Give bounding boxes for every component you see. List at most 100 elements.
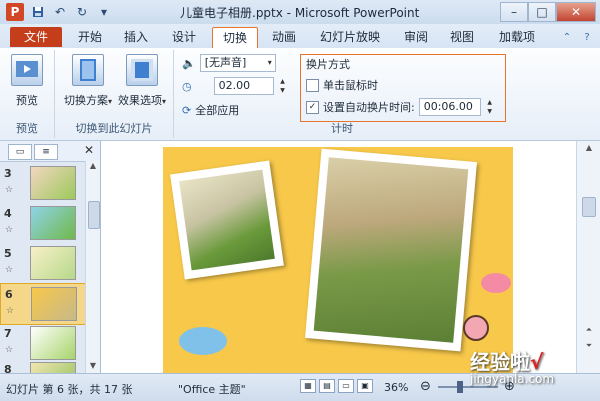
undo-icon[interactable]: ↶ bbox=[52, 4, 68, 20]
auto-advance-checkbox[interactable]: ✓ 设置自动换片时间: 00:06.00 ▲ ▼ bbox=[306, 98, 495, 116]
on-click-label: 单击鼠标时 bbox=[323, 79, 378, 92]
maximize-icon[interactable]: □ bbox=[528, 2, 556, 22]
slides-scrollbar[interactable]: ▲ ▼ bbox=[85, 161, 100, 373]
duration-clock-icon: ◷ bbox=[182, 79, 192, 93]
photo-right-image bbox=[313, 157, 469, 343]
slides-panel: ▭ ≡ ✕ 3 ☆ 4 ☆ 5 ☆ 6 ☆ 7 ☆ 8 ▲ ▼ bbox=[0, 141, 101, 373]
group-timing: 🔈 [无声音] ▾ ◷ 02.00 ▲ ▼ ⟳ 全部应用 换片方式 单击鼠标时 ✓ … bbox=[174, 50, 510, 138]
apply-all-button[interactable]: ⟳ 全部应用 bbox=[182, 102, 239, 118]
current-slide[interactable] bbox=[163, 147, 513, 373]
effect-options-button[interactable]: 效果选项▾ bbox=[115, 54, 169, 108]
slideshow-view-icon[interactable]: ▣ bbox=[357, 379, 373, 393]
sound-icon: 🔈 bbox=[182, 56, 196, 70]
photo-right[interactable] bbox=[305, 148, 477, 352]
slide-editor bbox=[101, 141, 576, 373]
zoom-slider[interactable] bbox=[438, 386, 498, 388]
tab-design[interactable]: 设计 bbox=[164, 27, 204, 47]
redo-icon[interactable]: ↻ bbox=[74, 4, 90, 20]
slide-thumbnail[interactable]: 4 ☆ bbox=[0, 203, 84, 243]
sound-select[interactable]: [无声音] ▾ bbox=[199, 54, 276, 72]
help-icon[interactable]: ? bbox=[580, 30, 594, 44]
close-icon[interactable]: ✕ bbox=[556, 2, 596, 22]
slide-sorter-icon[interactable]: ▤ bbox=[319, 379, 335, 393]
speech-bubble-shape bbox=[481, 273, 511, 293]
panel-tabs: ▭ ≡ ✕ bbox=[0, 141, 100, 162]
transition-star-icon: ☆ bbox=[5, 225, 14, 235]
editor-scrollbar[interactable]: ▲ ⏶ ⏷ bbox=[576, 141, 600, 373]
tab-insert[interactable]: 插入 bbox=[116, 27, 156, 47]
scroll-up-icon[interactable]: ▲ bbox=[582, 143, 596, 155]
duration-spinner[interactable]: ▲ ▼ bbox=[278, 77, 288, 95]
slide-number: 5 bbox=[4, 247, 12, 260]
on-mouse-click-checkbox[interactable]: 单击鼠标时 bbox=[306, 77, 378, 93]
cartoon-pig-icon bbox=[463, 315, 489, 341]
slide-count-text: 幻灯片 第 6 张，共 17 张 bbox=[6, 383, 133, 396]
close-panel-icon[interactable]: ✕ bbox=[84, 143, 94, 157]
tab-slideshow[interactable]: 幻灯片放映 bbox=[310, 27, 390, 47]
slide-thumbnail[interactable]: 7 ☆ bbox=[0, 323, 84, 363]
auto-advance-time-input[interactable]: 00:06.00 bbox=[418, 98, 481, 116]
scroll-thumb[interactable] bbox=[88, 201, 100, 229]
minimize-icon[interactable]: – bbox=[500, 2, 528, 22]
photo-left[interactable] bbox=[170, 160, 284, 280]
ribbon-tabs: 文件 开始 插入 设计 切换 动画 幻灯片放映 审阅 视图 加载项 ⌃ ? bbox=[0, 24, 600, 48]
normal-view-icon[interactable]: ▦ bbox=[300, 379, 316, 393]
slide-preview bbox=[30, 326, 76, 360]
preview-icon bbox=[11, 54, 43, 86]
dropdown-arrow-icon: ▾ bbox=[107, 97, 112, 106]
next-slide-icon[interactable]: ⏷ bbox=[582, 341, 596, 353]
dropdown-arrow-icon: ▾ bbox=[161, 97, 166, 106]
tab-animations[interactable]: 动画 bbox=[262, 27, 306, 47]
scroll-up-icon[interactable]: ▲ bbox=[86, 161, 100, 173]
collapse-ribbon-icon[interactable]: ⌃ bbox=[560, 30, 574, 44]
slide-thumbnail[interactable]: 3 ☆ bbox=[0, 163, 84, 203]
zoom-slider-knob[interactable] bbox=[456, 381, 463, 393]
previous-slide-icon[interactable]: ⏶ bbox=[582, 325, 596, 337]
effect-options-icon bbox=[126, 54, 158, 86]
duration-input[interactable]: 02.00 bbox=[213, 77, 274, 95]
group-preview-label: 预览 bbox=[16, 122, 38, 135]
view-buttons: ▦ ▤ ▭ ▣ bbox=[300, 379, 373, 393]
auto-advance-check[interactable]: ✓ bbox=[306, 100, 319, 114]
transition-star-icon: ☆ bbox=[6, 306, 15, 316]
apply-all-icon: ⟳ bbox=[182, 103, 192, 117]
tab-view[interactable]: 视图 bbox=[442, 27, 482, 47]
watermark-url: jingyanla.com bbox=[470, 372, 555, 386]
zoom-out-icon[interactable]: ⊖ bbox=[420, 379, 431, 394]
outline-tab-icon[interactable]: ≡ bbox=[34, 144, 58, 160]
slides-tab-icon[interactable]: ▭ bbox=[8, 144, 32, 160]
reading-view-icon[interactable]: ▭ bbox=[338, 379, 354, 393]
transition-star-icon: ☆ bbox=[5, 185, 14, 195]
scroll-down-icon[interactable]: ▼ bbox=[86, 361, 100, 373]
slide-thumbnail[interactable]: 8 bbox=[0, 359, 84, 373]
tab-transitions[interactable]: 切换 bbox=[212, 27, 258, 48]
duration-row: ◷ 02.00 ▲ ▼ bbox=[182, 77, 288, 95]
watermark-text: 经验啦√ bbox=[470, 350, 544, 374]
advance-title: 换片方式 bbox=[306, 58, 350, 71]
window-controls: – □ ✕ bbox=[500, 2, 596, 22]
auto-advance-spinner[interactable]: ▲ ▼ bbox=[485, 98, 495, 116]
cartoon-decoration-shape bbox=[179, 327, 227, 355]
powerpoint-app-icon[interactable]: P bbox=[6, 3, 24, 21]
on-click-check[interactable] bbox=[306, 78, 319, 92]
save-icon[interactable] bbox=[30, 4, 46, 20]
transition-star-icon: ☆ bbox=[5, 265, 14, 275]
photo-left-image bbox=[179, 169, 275, 271]
tab-review[interactable]: 审阅 bbox=[396, 27, 436, 47]
scroll-thumb[interactable] bbox=[582, 197, 596, 217]
zoom-level-text[interactable]: 36% bbox=[384, 381, 408, 394]
slide-thumbnail-selected[interactable]: 6 ☆ bbox=[0, 283, 86, 325]
apply-all-label: 全部应用 bbox=[195, 104, 240, 117]
preview-button[interactable]: 预览 bbox=[3, 54, 51, 108]
transition-scheme-button[interactable]: 切换方案▾ bbox=[61, 54, 115, 108]
tab-home[interactable]: 开始 bbox=[70, 27, 110, 47]
tab-addins[interactable]: 加载项 bbox=[490, 27, 544, 47]
group-timing-label: 计时 bbox=[331, 122, 353, 135]
slide-thumbnail[interactable]: 5 ☆ bbox=[0, 243, 84, 283]
effect-options-label: 效果选项▾ bbox=[117, 94, 166, 107]
slide-preview bbox=[30, 166, 76, 200]
slide-preview bbox=[30, 362, 76, 373]
window-title: 儿童电子相册.pptx - Microsoft PowerPoint bbox=[180, 6, 420, 20]
customize-qat-icon[interactable]: ▾ bbox=[96, 4, 112, 20]
tab-file[interactable]: 文件 bbox=[10, 27, 62, 47]
